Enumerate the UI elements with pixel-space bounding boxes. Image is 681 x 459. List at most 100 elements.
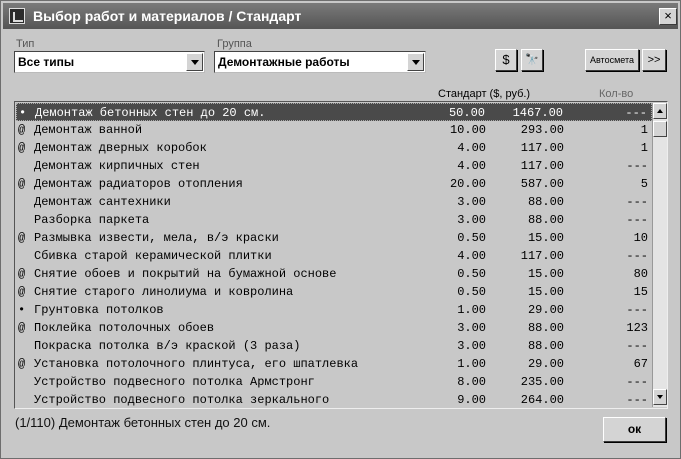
type-select[interactable]: Все типы	[14, 51, 205, 73]
row-mark: @	[18, 357, 26, 371]
row-price: 29.00	[527, 303, 564, 317]
list-item[interactable]: Устройство подвесного потолка зеркальног…	[16, 391, 652, 409]
list-item[interactable]: @ Размывка извести, мела, в/э краски 0.50 1…	[16, 229, 652, 247]
row-quantity: 1	[640, 141, 648, 155]
row-mark: @	[18, 177, 26, 191]
chevron-down-icon[interactable]	[407, 53, 424, 71]
row-price: 88.00	[527, 321, 564, 335]
scrollbar-thumb[interactable]	[653, 121, 667, 137]
search-button[interactable]: 🔭	[521, 49, 543, 71]
row-price: 264.00	[520, 393, 564, 407]
group-select[interactable]: Демонтажные работы	[214, 51, 426, 73]
row-mark: @	[18, 231, 26, 245]
row-name: Демонтаж ванной	[34, 123, 143, 137]
ok-button[interactable]: ок	[603, 417, 666, 442]
row-name: Демонтаж сантехники	[34, 195, 171, 209]
row-quantity: ---	[625, 106, 647, 120]
list-item[interactable]: @ Поклейка потолочных обоев 3.00 88.00 123	[16, 319, 652, 337]
row-mark: •	[18, 303, 26, 317]
row-mark: @	[18, 267, 26, 281]
row-base-price: 50.00	[448, 106, 485, 120]
row-name: Поклейка потолочных обоев	[34, 321, 215, 335]
currency-button[interactable]: $	[495, 49, 517, 71]
row-quantity: ---	[626, 159, 648, 173]
title-bar[interactable]: Выбор работ и материалов / Стандарт ×	[3, 3, 678, 29]
list-item[interactable]: @ Демонтаж ванной 10.00 293.00 1	[16, 121, 652, 139]
app-icon	[9, 8, 25, 24]
list-item[interactable]: Демонтаж кирпичных стен 4.00 117.00 ---	[16, 157, 652, 175]
row-quantity: 123	[626, 321, 648, 335]
list-item[interactable]: Устройство подвесного потолка Армстронг 8…	[16, 373, 652, 391]
group-label: Группа	[217, 38, 252, 50]
list-item[interactable]: @ Установка потолочного плинтуса, его шпа…	[16, 355, 652, 373]
row-base-price: 3.00	[457, 195, 486, 209]
autosmeta-label: Автосмета	[589, 55, 635, 65]
row-name: Сбивка старой керамической плитки	[34, 249, 272, 263]
row-base-price: 4.00	[457, 159, 486, 173]
row-price: 1467.00	[512, 106, 563, 120]
row-name: Снятие обоев и покрытий на бумажной осно…	[34, 267, 337, 281]
row-name: Устройство подвесного потолка зеркальног…	[34, 393, 330, 407]
close-button[interactable]: ×	[659, 8, 677, 25]
row-name: Устройство подвесного потолка Армстронг	[34, 375, 315, 389]
row-price: 88.00	[527, 195, 564, 209]
scroll-up-icon[interactable]	[653, 103, 667, 119]
vertical-scrollbar[interactable]	[652, 103, 667, 407]
scroll-down-icon[interactable]	[653, 389, 667, 405]
row-name: Снятие старого линолиума и ковролина	[34, 285, 294, 299]
next-button[interactable]: >>	[642, 49, 666, 71]
row-mark: @	[18, 141, 26, 155]
row-base-price: 20.00	[449, 177, 486, 191]
list-item[interactable]: • Демонтаж бетонных стен до 20 см. 50.00 14…	[16, 103, 652, 121]
row-price: 117.00	[520, 159, 564, 173]
list-item[interactable]: @ Демонтаж дверных коробок 4.00 117.00 1	[16, 139, 652, 157]
row-mark: @	[18, 123, 26, 137]
row-price: 29.00	[527, 357, 564, 371]
list-item[interactable]: @ Демонтаж радиаторов отопления 20.00 587.0…	[16, 175, 652, 193]
row-price: 15.00	[527, 267, 564, 281]
column-header-qty: Кол-во	[599, 88, 634, 100]
row-quantity: ---	[626, 213, 648, 227]
list-item[interactable]: Демонтаж сантехники 3.00 88.00 ---	[16, 193, 652, 211]
list-item[interactable]: Покраска потолка в/э краской (3 раза) 3.0…	[16, 337, 652, 355]
list-item[interactable]: Разборка паркета 3.00 88.00 ---	[16, 211, 652, 229]
row-base-price: 8.00	[457, 375, 486, 389]
row-quantity: ---	[626, 375, 648, 389]
row-quantity: 1	[640, 123, 648, 137]
list-item[interactable]: • Грунтовка потолков 1.00 29.00 ---	[16, 301, 652, 319]
row-name: Демонтаж бетонных стен до 20 см.	[35, 106, 266, 120]
list-item[interactable]: @ Снятие обоев и покрытий на бумажной осн…	[16, 265, 652, 283]
row-quantity: 15	[633, 285, 648, 299]
row-price: 235.00	[520, 375, 564, 389]
row-base-price: 4.00	[457, 249, 486, 263]
ok-label: ок	[627, 422, 642, 436]
row-quantity: 10	[633, 231, 648, 245]
row-price: 88.00	[527, 339, 564, 353]
row-base-price: 1.00	[457, 303, 486, 317]
row-mark: •	[19, 106, 27, 120]
next-label: >>	[647, 54, 661, 66]
row-name: Установка потолочного плинтуса, его шпат…	[34, 357, 359, 371]
list-item[interactable]: @ Снятие старого линолиума и ковролина 0.5…	[16, 283, 652, 301]
row-mark: @	[18, 285, 26, 299]
list-item[interactable]: Сбивка старой керамической плитки 4.00 117…	[16, 247, 652, 265]
row-price: 117.00	[520, 249, 564, 263]
autosmeta-button[interactable]: Автосмета	[585, 49, 639, 71]
works-list[interactable]: • Демонтаж бетонных стен до 20 см. 50.00 14…	[14, 101, 668, 409]
row-base-price: 3.00	[457, 321, 486, 335]
type-select-value: Все типы	[18, 55, 75, 69]
status-text: (1/110) Демонтаж бетонных стен до 20 см.	[15, 415, 271, 430]
type-label: Тип	[16, 38, 35, 50]
row-name: Демонтаж радиаторов отопления	[34, 177, 243, 191]
row-base-price: 4.00	[457, 141, 486, 155]
row-mark: @	[18, 321, 26, 335]
row-quantity: ---	[626, 249, 648, 263]
row-name: Разборка паркета	[34, 213, 150, 227]
row-quantity: 5	[640, 177, 648, 191]
row-price: 88.00	[527, 213, 564, 227]
row-quantity: ---	[626, 393, 648, 407]
row-base-price: 1.00	[457, 357, 486, 371]
row-base-price: 3.00	[457, 213, 486, 227]
chevron-down-icon[interactable]	[186, 53, 203, 71]
row-base-price: 0.50	[457, 231, 486, 245]
